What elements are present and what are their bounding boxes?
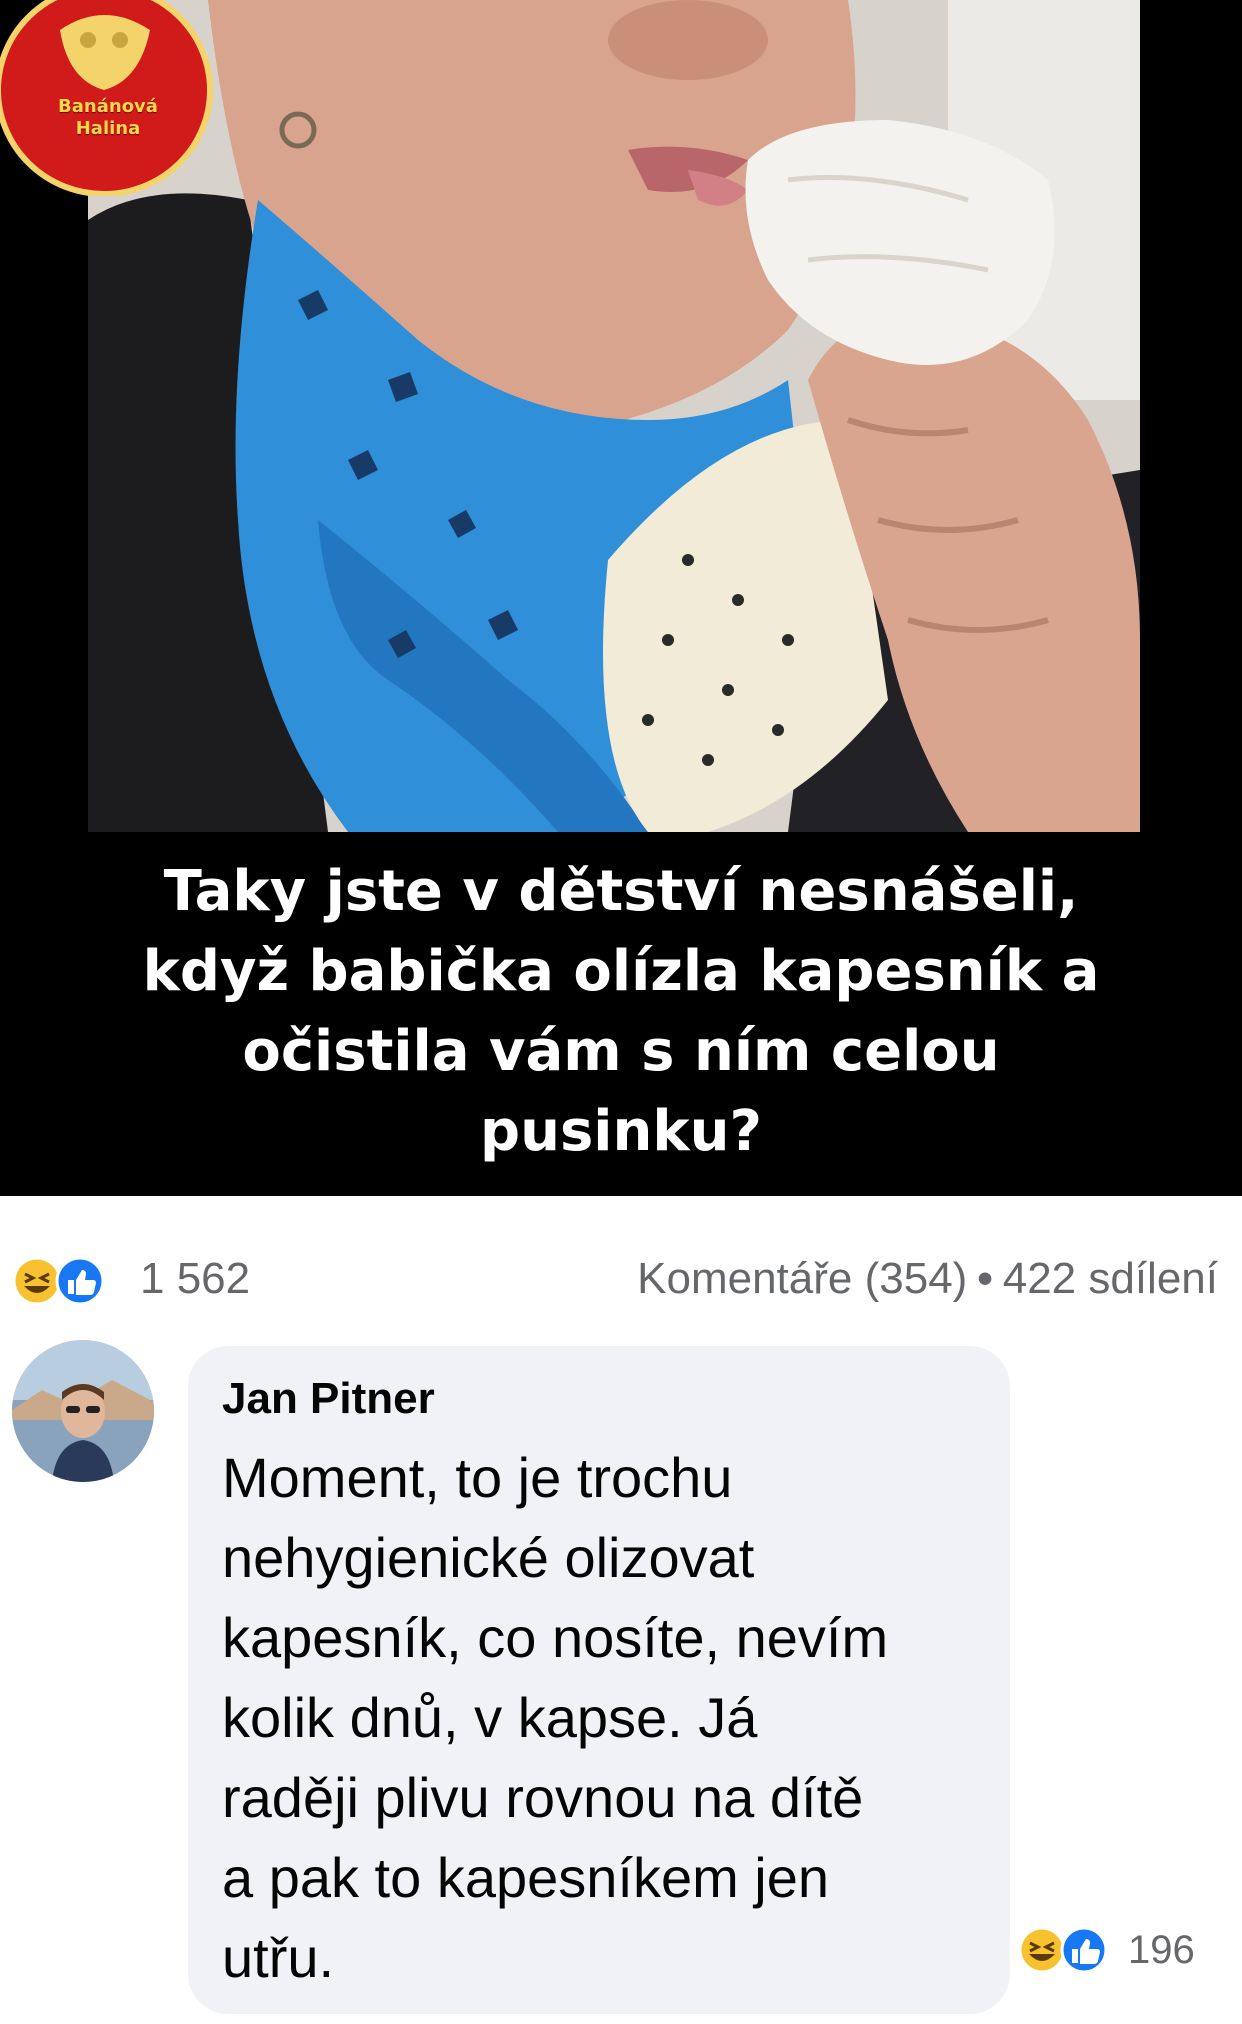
meme-caption: Taky jste v dětství nesnášeli, když babi… — [60, 852, 1182, 1172]
comment-reaction-count[interactable]: 196 — [1128, 1928, 1195, 1973]
logo-text: Banánová Halina — [8, 96, 208, 140]
comment-line: utřu. — [222, 1926, 335, 1989]
meta-separator: • — [977, 1254, 993, 1303]
caption-line: očistila vám s ním celou — [242, 1019, 1000, 1084]
post-reaction-count[interactable]: 1 562 — [140, 1254, 250, 1304]
post-meta: Komentáře (354) • 422 sdílení — [637, 1254, 1218, 1304]
shares-count-link[interactable]: 422 sdílení — [1003, 1254, 1218, 1303]
haha-icon — [1018, 1926, 1066, 1974]
photo-grandma-handkerchief — [88, 0, 1140, 832]
comment-line: a pak to kapesníkem jen — [222, 1846, 830, 1909]
comment-line: raději plivu rovnou na dítě — [222, 1766, 864, 1829]
comment-line: kapesník, co nosíte, nevím — [222, 1606, 889, 1669]
banánová-halina-logo: Banánová Halina — [0, 0, 220, 197]
avatar[interactable] — [12, 1340, 154, 1482]
comment-line: kolik dnů, v kapse. Já — [222, 1686, 758, 1749]
caption-line: Taky jste v dětství nesnášeli, — [163, 859, 1079, 924]
post-reaction-icons[interactable] — [12, 1256, 132, 1306]
caption-line: když babička olízla kapesník a — [142, 939, 1100, 1004]
comment-line: Moment, to je trochu — [222, 1446, 733, 1509]
logo-line-2: Halina — [75, 118, 141, 139]
post-image[interactable]: Banánová Halina Taky jste v dětství nesn… — [0, 0, 1242, 1196]
comment-author-name[interactable]: Jan Pitner — [222, 1374, 435, 1424]
comment-text: Moment, to je trochu nehygienické olizov… — [222, 1438, 982, 1998]
comment-line: nehygienické olizovat — [222, 1526, 755, 1589]
like-icon — [55, 1256, 105, 1306]
like-icon — [1060, 1926, 1108, 1974]
logo-line-1: Banánová — [58, 96, 158, 117]
caption-line: pusinku? — [480, 1099, 762, 1164]
comments-count-link[interactable]: Komentáře (354) — [637, 1254, 967, 1303]
haha-icon — [12, 1256, 62, 1306]
